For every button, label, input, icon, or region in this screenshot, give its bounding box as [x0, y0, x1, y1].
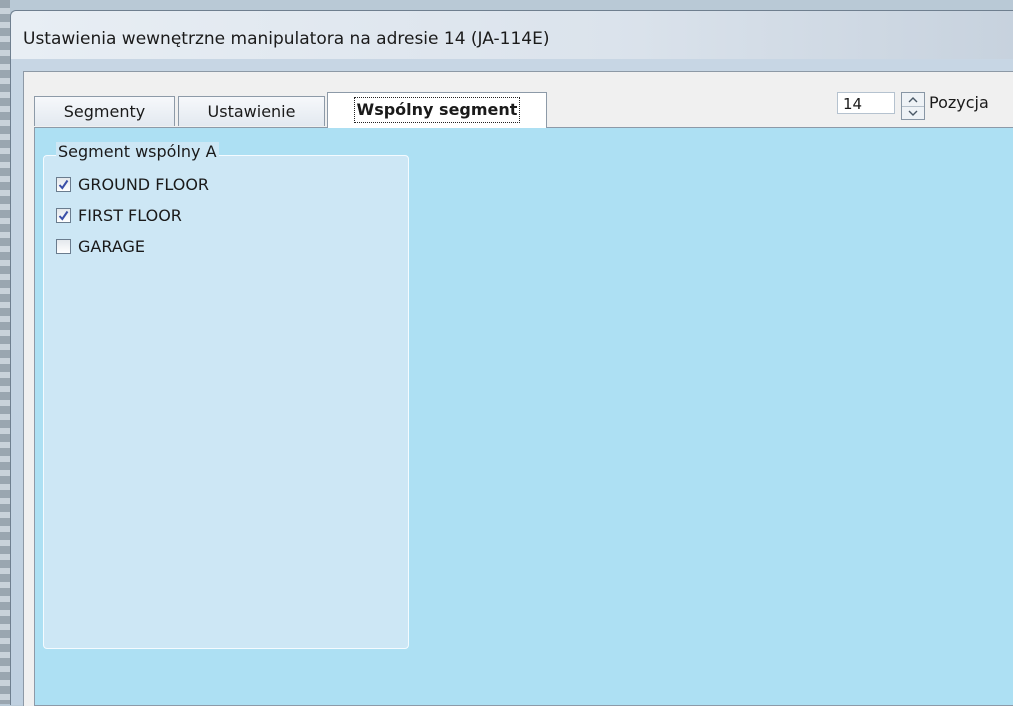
background-window-edge — [0, 0, 10, 704]
checkbox-ground-floor[interactable]: GROUND FLOOR — [56, 172, 209, 196]
checkmark-icon — [58, 210, 69, 221]
checkbox-box[interactable] — [56, 207, 71, 223]
checkmark-icon — [58, 179, 69, 190]
position-label: Pozycja — [929, 93, 989, 112]
title-bar[interactable]: Ustawienia wewnętrzne manipulatora na ad… — [11, 11, 1013, 59]
tab-panel-wspolny-segment: Segment wspólny A GROUND FLOOR FIRST FLO… — [34, 127, 1013, 706]
segment-group-box: Segment wspólny A GROUND FLOOR FIRST FLO… — [43, 142, 409, 649]
spin-up-button[interactable] — [902, 93, 924, 107]
checkbox-label: GARAGE — [78, 236, 145, 256]
checkbox-box[interactable] — [56, 176, 71, 192]
checkbox-label: GROUND FLOOR — [78, 174, 210, 194]
tab-segmenty[interactable]: Segmenty — [34, 96, 175, 126]
checkbox-label: FIRST FLOOR — [78, 205, 182, 225]
spin-down-button[interactable] — [902, 106, 924, 119]
checkbox-garage[interactable]: GARAGE — [56, 234, 145, 258]
arrow-down-icon — [908, 110, 918, 116]
position-input[interactable]: 14 — [837, 92, 895, 114]
dialog-client-area: Segmenty Ustawienie Wspólny segment 14 P… — [23, 71, 1013, 706]
tab-ustawienie[interactable]: Ustawienie — [178, 96, 325, 126]
position-spinner[interactable] — [901, 92, 925, 120]
tab-label: Segmenty — [63, 102, 146, 121]
checkbox-box[interactable] — [56, 238, 71, 254]
tab-wspolny-segment[interactable]: Wspólny segment — [327, 92, 547, 128]
checkbox-first-floor[interactable]: FIRST FLOOR — [56, 203, 182, 227]
dialog-window: Ustawienia wewnętrzne manipulatora na ad… — [10, 10, 1013, 706]
arrow-up-icon — [908, 96, 918, 102]
group-title: Segment wspólny A — [56, 142, 219, 161]
tab-label: Wspólny segment — [353, 97, 521, 123]
tab-label: Ustawienie — [207, 102, 296, 121]
window-title: Ustawienia wewnętrzne manipulatora na ad… — [23, 29, 550, 49]
